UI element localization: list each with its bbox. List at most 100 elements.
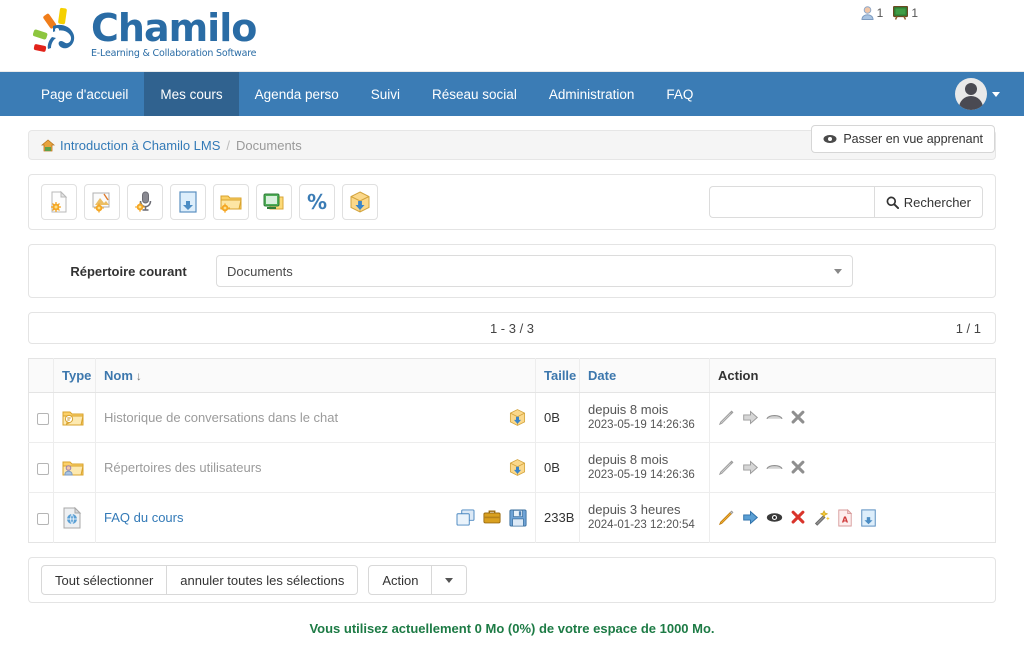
counter-courses[interactable]: 1: [893, 6, 918, 20]
nav-item-faq[interactable]: FAQ: [650, 72, 709, 116]
row-actions-cell: [709, 392, 996, 443]
move-arrow-icon[interactable]: [742, 509, 759, 526]
chevron-down-icon: [834, 268, 842, 274]
nav-item-agenda[interactable]: Agenda perso: [239, 72, 355, 116]
delete-x-icon: [790, 460, 806, 476]
row-checkbox[interactable]: [37, 512, 49, 525]
header-type[interactable]: Type: [53, 358, 96, 393]
nav-item-social-network[interactable]: Réseau social: [416, 72, 533, 116]
user-icon: [861, 6, 874, 20]
record-audio-button[interactable]: [127, 184, 163, 220]
nav-item-my-courses[interactable]: Mes cours: [144, 72, 239, 116]
move-arrow-icon: [742, 459, 759, 476]
breadcrumb: Introduction à Chamilo LMS / Documents P…: [28, 125, 996, 160]
search-button[interactable]: Rechercher: [873, 186, 983, 218]
row-name-cell: Historique de conversations dans le chat: [95, 392, 536, 443]
header-size[interactable]: Taille: [535, 358, 580, 393]
delete-x-icon[interactable]: [790, 510, 806, 526]
row-name-icons: [456, 508, 527, 527]
table-header-row: Type Nom ↓ Taille Date Action: [28, 358, 996, 393]
row-date-cell: depuis 3 heures 2024-01-23 12:20:54: [579, 492, 710, 543]
header-counters: 1 1: [861, 6, 918, 20]
row-checkbox-cell: [28, 492, 54, 543]
blackboard-icon: [893, 6, 909, 20]
row-checkbox-cell: [28, 392, 54, 443]
search-button-label: Rechercher: [903, 194, 971, 210]
counter-users[interactable]: 1: [861, 6, 884, 20]
upload-file-icon: [176, 190, 200, 214]
visibility-icon: [766, 411, 783, 424]
html-file-icon: [62, 506, 87, 529]
create-video-button[interactable]: [256, 184, 292, 220]
delete-x-icon: [790, 410, 806, 426]
chamilo-mascot-icon: [33, 6, 89, 62]
edit-pencil-icon: [718, 409, 735, 426]
open-window-icon[interactable]: [456, 509, 475, 526]
row-date-relative: depuis 8 mois: [588, 402, 669, 417]
nav-item-tracking[interactable]: Suivi: [355, 72, 416, 116]
breadcrumb-course-link[interactable]: Introduction à Chamilo LMS: [60, 138, 220, 153]
edit-pencil-icon: [718, 459, 735, 476]
header-date[interactable]: Date: [579, 358, 710, 393]
upload-replace-icon[interactable]: [860, 508, 877, 527]
search-input[interactable]: [708, 186, 874, 218]
svg-text:%: %: [307, 190, 327, 214]
row-date-absolute: 2023-05-19 14:26:36: [588, 419, 695, 431]
pagination-pages: 1 / 1: [955, 320, 981, 336]
row-name-link[interactable]: FAQ du cours: [104, 510, 183, 525]
magic-wand-icon[interactable]: [813, 509, 830, 526]
row-checkbox-cell: [28, 442, 54, 493]
select-all-button[interactable]: Tout sélectionner: [41, 565, 168, 595]
visibility-eye-icon[interactable]: [766, 511, 783, 524]
create-document-button[interactable]: [41, 184, 77, 220]
action-button[interactable]: Action: [368, 565, 433, 595]
row-checkbox[interactable]: [37, 412, 49, 425]
certificate-percent-icon: %: [305, 190, 329, 214]
record-audio-icon: [133, 190, 157, 214]
nav-item-home[interactable]: Page d'accueil: [25, 72, 144, 116]
current-directory-select[interactable]: Documents: [216, 255, 853, 287]
brand-logo[interactable]: Chamilo E-Learning & Collaboration Softw…: [33, 6, 257, 62]
action-dropdown-toggle[interactable]: [432, 565, 468, 595]
current-directory-panel: Répertoire courant Documents: [28, 244, 996, 298]
row-name-cell: Répertoires des utilisateurs: [95, 442, 536, 493]
bulk-actions-bar: Tout sélectionner annuler toutes les sél…: [28, 557, 996, 603]
row-actions-cell: [709, 442, 996, 493]
brand-tagline: E-Learning & Collaboration Software: [91, 48, 257, 59]
download-package-icon: [348, 190, 372, 214]
row-date-relative: depuis 8 mois: [588, 452, 669, 467]
create-video-icon: [262, 190, 286, 214]
user-menu[interactable]: [955, 78, 1000, 110]
certificate-template-button[interactable]: %: [299, 184, 335, 220]
counter-courses-value: 1: [911, 6, 918, 20]
folder-users-icon: [62, 458, 87, 477]
create-folder-button[interactable]: [213, 184, 249, 220]
row-type-cell: [53, 442, 96, 493]
home-icon[interactable]: [41, 138, 55, 152]
selection-buttons: Tout sélectionner annuler toutes les sél…: [41, 565, 359, 595]
unselect-all-button[interactable]: annuler toutes les sélections: [167, 565, 359, 595]
create-document-icon: [47, 190, 71, 214]
row-name-label: Répertoires des utilisateurs: [104, 460, 262, 475]
edit-pencil-icon[interactable]: [718, 509, 735, 526]
briefcase-icon[interactable]: [483, 509, 501, 526]
nav-items: Page d'accueil Mes cours Agenda perso Su…: [25, 72, 709, 116]
svg-text:A: A: [842, 515, 849, 524]
pdf-export-icon[interactable]: A: [837, 508, 853, 527]
nav-item-administration[interactable]: Administration: [533, 72, 651, 116]
upload-file-button[interactable]: [170, 184, 206, 220]
download-package-icon[interactable]: [508, 458, 527, 477]
breadcrumb-current: Documents: [236, 137, 302, 153]
download-package-icon[interactable]: [508, 408, 527, 427]
row-checkbox[interactable]: [37, 462, 49, 475]
download-package-button[interactable]: [342, 184, 378, 220]
header-name[interactable]: Nom ↓: [95, 358, 536, 393]
counter-users-value: 1: [876, 6, 884, 20]
row-date-relative: depuis 3 heures: [588, 502, 681, 517]
search-group: Rechercher: [708, 186, 983, 218]
save-disk-icon[interactable]: [509, 508, 527, 527]
switch-to-learner-view-button[interactable]: Passer en vue apprenant: [811, 125, 995, 153]
search-icon: [886, 196, 899, 209]
create-drawing-button[interactable]: [84, 184, 120, 220]
main-navbar: Page d'accueil Mes cours Agenda perso Su…: [0, 72, 1024, 116]
